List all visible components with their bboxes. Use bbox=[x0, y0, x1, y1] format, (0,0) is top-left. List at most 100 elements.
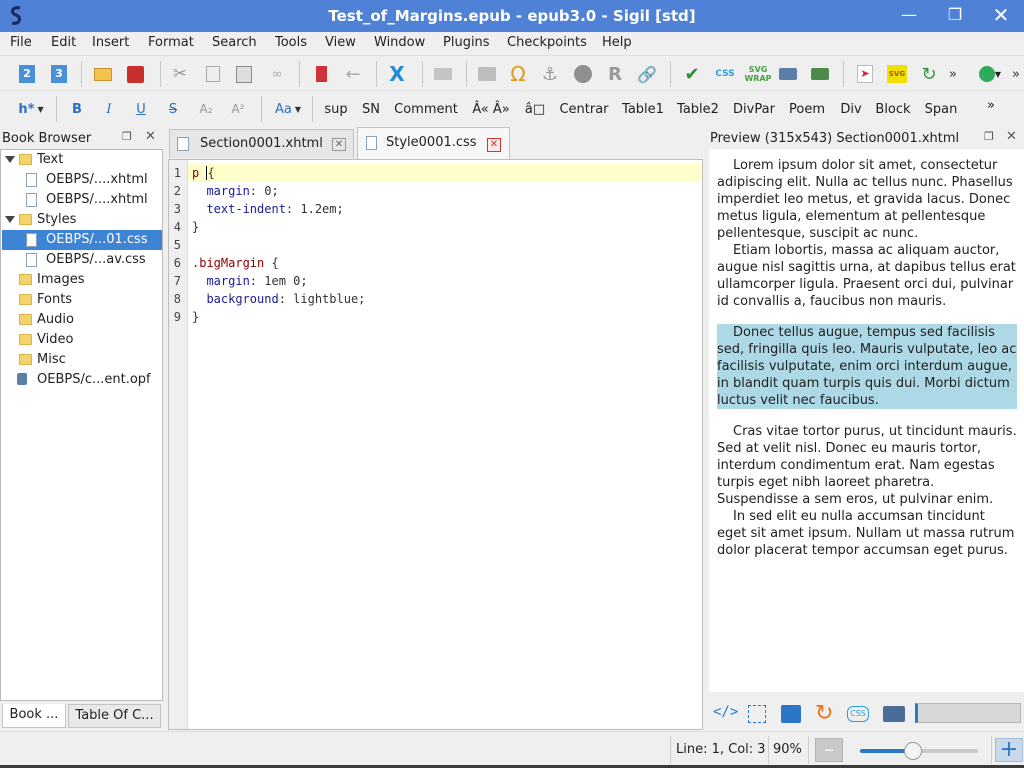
anchor-icon[interactable]: ⚓ bbox=[539, 63, 561, 85]
tree-file-css-selected[interactable]: OEBPS/...01.css bbox=[2, 230, 162, 250]
clip-span[interactable]: Span bbox=[921, 98, 961, 120]
zoom-out-button[interactable]: – bbox=[815, 738, 843, 762]
menu-help[interactable]: Help bbox=[602, 35, 632, 50]
svg-wrap-icon[interactable]: SVG WRAP bbox=[744, 63, 771, 85]
menu-insert[interactable]: Insert bbox=[92, 35, 129, 50]
clip-poem[interactable]: Poem bbox=[785, 98, 829, 120]
accessibility-icon[interactable] bbox=[572, 63, 594, 85]
pdf-icon[interactable]: ➤ bbox=[854, 63, 876, 85]
tree-folder-video[interactable]: Video bbox=[2, 330, 162, 350]
export-icon[interactable] bbox=[809, 63, 831, 85]
clip-sn[interactable]: SN bbox=[359, 98, 383, 120]
minimize-icon[interactable]: — bbox=[886, 0, 932, 32]
heading3-icon[interactable]: 3 bbox=[50, 63, 68, 85]
inspect-icon[interactable] bbox=[748, 705, 766, 723]
tree-file-css[interactable]: OEBPS/...av.css bbox=[2, 250, 162, 270]
italic-button[interactable]: I bbox=[100, 98, 118, 120]
float-panel-icon[interactable]: ❐ bbox=[122, 130, 132, 143]
strikethrough-button[interactable]: S bbox=[164, 98, 182, 120]
close-panel-icon[interactable]: ✕ bbox=[145, 129, 156, 144]
bold-button[interactable]: B bbox=[68, 98, 86, 120]
tree-folder-fonts[interactable]: Fonts bbox=[2, 290, 162, 310]
expanded-arrow-icon[interactable] bbox=[5, 216, 15, 223]
clip-centrar[interactable]: Centrar bbox=[557, 98, 611, 120]
menu-search[interactable]: Search bbox=[212, 35, 257, 50]
more-icon[interactable]: » bbox=[946, 63, 960, 85]
close-tab-icon[interactable]: ✕ bbox=[332, 138, 346, 151]
clip-quotes[interactable]: Â« Â» bbox=[468, 98, 514, 120]
code-editor[interactable]: 1 2 3 4 5 6 7 8 9 p { margin: 0; text-in… bbox=[168, 159, 703, 730]
paste-icon[interactable] bbox=[234, 63, 254, 85]
heading2-icon[interactable]: 2 bbox=[18, 63, 36, 85]
zoom-in-button[interactable]: + bbox=[995, 738, 1023, 762]
close-icon[interactable]: ✕ bbox=[978, 0, 1024, 32]
bookmark-icon[interactable] bbox=[313, 63, 329, 85]
menu-view[interactable]: View bbox=[325, 35, 356, 50]
tab-section0001[interactable]: Section0001.xhtml ✕ bbox=[169, 129, 354, 158]
reload-icon[interactable]: ↻ bbox=[815, 701, 833, 726]
superscript-button[interactable]: A² bbox=[228, 98, 248, 120]
clip-table2[interactable]: Table2 bbox=[674, 98, 722, 120]
tree-file-xhtml[interactable]: OEBPS/....xhtml bbox=[2, 170, 162, 190]
menu-format[interactable]: Format bbox=[148, 35, 194, 50]
tab-style0001[interactable]: Style0001.css ✕ bbox=[357, 127, 510, 159]
tree-folder-text[interactable]: Text bbox=[2, 150, 162, 170]
image-icon[interactable] bbox=[476, 63, 498, 85]
tab-book-browser[interactable]: Book ... bbox=[2, 704, 66, 728]
open-icon[interactable] bbox=[93, 63, 113, 85]
clip-divpar[interactable]: DivPar bbox=[729, 98, 779, 120]
print-icon[interactable] bbox=[432, 63, 454, 85]
back-icon[interactable]: ← bbox=[342, 63, 364, 85]
toolbar-overflow-icon[interactable]: » bbox=[984, 94, 998, 116]
menu-checkpoints[interactable]: Checkpoints bbox=[507, 35, 587, 50]
restore-icon[interactable]: ❐ bbox=[932, 0, 978, 32]
plugin-icon[interactable]: ▼ bbox=[975, 63, 1005, 85]
preview-panel[interactable]: Lorem ipsum dolor sit amet, consectetur … bbox=[709, 149, 1024, 692]
float-panel-icon[interactable]: ❐ bbox=[984, 130, 994, 143]
copy-page-icon[interactable] bbox=[781, 705, 801, 723]
replace-icon[interactable]: R bbox=[604, 63, 626, 85]
menu-tools[interactable]: Tools bbox=[275, 35, 307, 50]
subscript-button[interactable]: A₂ bbox=[196, 98, 216, 120]
clip-table1[interactable]: Table1 bbox=[619, 98, 667, 120]
tree-folder-audio[interactable]: Audio bbox=[2, 310, 162, 330]
checkmark-icon[interactable]: ✔ bbox=[681, 63, 703, 85]
code-view-icon[interactable]: </> bbox=[713, 704, 738, 720]
tree-file-opf[interactable]: OEBPS/c...ent.opf bbox=[2, 370, 162, 390]
clip-comment[interactable]: Comment bbox=[392, 98, 460, 120]
close-panel-icon[interactable]: ✕ bbox=[1006, 129, 1017, 144]
underline-button[interactable]: U bbox=[132, 98, 150, 120]
tree-folder-images[interactable]: Images bbox=[2, 270, 162, 290]
css-check-icon[interactable]: CSS bbox=[713, 63, 737, 85]
close-tab-icon[interactable]: ✕ bbox=[487, 138, 501, 152]
link-icon[interactable]: 🔗 bbox=[636, 63, 658, 85]
menu-edit[interactable]: Edit bbox=[51, 35, 76, 50]
menu-file[interactable]: File bbox=[10, 35, 32, 50]
save-icon[interactable] bbox=[125, 63, 145, 85]
heading-dropdown[interactable]: h* ▼ bbox=[16, 98, 46, 120]
import-icon[interactable] bbox=[777, 63, 799, 85]
case-dropdown[interactable]: Aa ▼ bbox=[272, 98, 304, 120]
tree-folder-misc[interactable]: Misc bbox=[2, 350, 162, 370]
x-icon[interactable]: X bbox=[386, 62, 408, 86]
tab-table-of-contents[interactable]: Table Of C... bbox=[68, 704, 161, 728]
expanded-arrow-icon[interactable] bbox=[5, 156, 15, 163]
print-preview-icon[interactable] bbox=[883, 706, 905, 722]
svg-icon[interactable]: SVG bbox=[886, 63, 908, 85]
zoom-slider-track[interactable] bbox=[860, 742, 978, 760]
css-toggle-icon[interactable]: CSS bbox=[847, 706, 869, 722]
clip-div[interactable]: Div bbox=[836, 98, 866, 120]
overflow-icon[interactable]: » bbox=[1010, 63, 1022, 85]
menu-window[interactable]: Window bbox=[374, 35, 425, 50]
clip-sup[interactable]: sup bbox=[322, 98, 350, 120]
omega-icon[interactable]: Ω bbox=[507, 62, 529, 86]
tree-file-xhtml[interactable]: OEBPS/....xhtml bbox=[2, 190, 162, 210]
clip-block[interactable]: Block bbox=[872, 98, 914, 120]
tree-folder-styles[interactable]: Styles bbox=[2, 210, 162, 230]
cut-icon[interactable]: ✂ bbox=[170, 63, 190, 85]
validate-icon[interactable]: ↻ bbox=[918, 63, 940, 85]
zoom-slider-handle[interactable] bbox=[904, 742, 923, 760]
menu-plugins[interactable]: Plugins bbox=[443, 35, 490, 50]
link-disabled-icon[interactable]: ∞ bbox=[266, 63, 288, 85]
copy-icon[interactable] bbox=[203, 63, 223, 85]
